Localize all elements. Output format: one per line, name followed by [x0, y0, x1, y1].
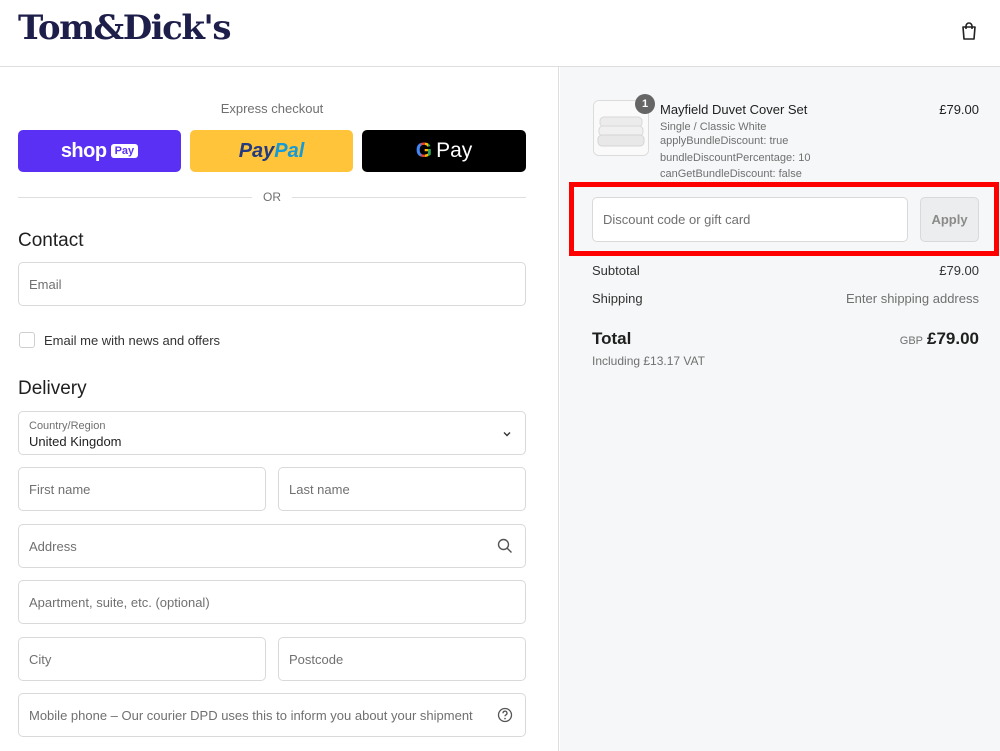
discount-code-field[interactable] — [592, 197, 908, 242]
city-input[interactable] — [19, 638, 265, 680]
postcode-field[interactable] — [278, 637, 526, 681]
brand-logo[interactable]: Tom&Dick's — [18, 8, 231, 48]
postcode-input[interactable] — [279, 638, 525, 680]
total-label: Total — [592, 329, 632, 348]
or-divider: OR — [18, 189, 526, 205]
subtotal-label: Subtotal — [592, 263, 640, 278]
product-meta-line: canGetBundleDiscount: false — [660, 168, 802, 180]
shipping-value: Enter shipping address — [846, 291, 979, 306]
google-pay-wordmark: Pay — [436, 139, 473, 162]
google-g-icon: G — [415, 139, 433, 162]
paypal-word-part2: Pal — [274, 139, 305, 162]
product-name: Mayfield Duvet Cover Set — [660, 102, 808, 117]
apply-discount-button[interactable]: Apply — [920, 197, 979, 242]
discount-code-input[interactable] — [593, 198, 907, 241]
newsletter-checkbox[interactable] — [19, 332, 35, 348]
total-value: £79.00 — [927, 329, 979, 348]
phone-field[interactable] — [18, 693, 526, 737]
paypal-word-part1: Pay — [238, 139, 275, 162]
product-meta-line: bundleDiscountPercentage: 10 — [660, 152, 811, 164]
express-checkout-label: Express checkout — [220, 101, 324, 116]
header: Tom&Dick's — [0, 0, 1000, 67]
checkout-form: Express checkout shop Pay PayPal G Pay O… — [0, 67, 559, 751]
shopping-bag-icon[interactable] — [958, 20, 980, 42]
newsletter-label[interactable]: Email me with news and offers — [44, 333, 220, 348]
subtotal-value: £79.00 — [939, 263, 979, 278]
shop-pay-badge: Pay — [110, 144, 139, 158]
last-name-field[interactable] — [278, 467, 526, 511]
vat-text: Including £13.17 VAT — [592, 354, 705, 368]
product-price: £79.00 — [939, 102, 979, 117]
google-pay-button[interactable]: G Pay — [362, 130, 526, 172]
quantity-badge: 1 — [635, 94, 655, 114]
apartment-field[interactable] — [18, 580, 526, 624]
help-icon[interactable] — [497, 707, 513, 723]
chevron-down-icon — [503, 432, 511, 437]
last-name-input[interactable] — [279, 468, 525, 510]
shop-pay-wordmark: shop — [60, 139, 107, 162]
contact-heading: Contact — [18, 230, 84, 251]
phone-input[interactable] — [19, 694, 525, 736]
apartment-input[interactable] — [19, 581, 525, 623]
delivery-heading: Delivery — [18, 378, 87, 399]
shipping-label: Shipping — [592, 291, 643, 306]
newsletter-checkbox-row[interactable]: Email me with news and offers — [19, 332, 220, 348]
paypal-button[interactable]: PayPal — [190, 130, 353, 172]
email-input[interactable] — [19, 263, 525, 305]
address-input[interactable] — [19, 525, 525, 567]
country-label: Country/Region — [29, 420, 106, 432]
first-name-field[interactable] — [18, 467, 266, 511]
country-select[interactable]: Country/Region United Kingdom — [18, 411, 526, 455]
search-icon — [497, 538, 512, 553]
product-variant: Single / Classic White — [660, 121, 767, 133]
shop-pay-button[interactable]: shop Pay — [18, 130, 181, 172]
city-field[interactable] — [18, 637, 266, 681]
paypal-wordmark: PayPal — [239, 140, 305, 163]
email-field[interactable] — [18, 262, 526, 306]
or-text: OR — [263, 190, 281, 204]
address-field[interactable] — [18, 524, 526, 568]
product-meta-line: applyBundleDiscount: true — [660, 135, 789, 147]
total-currency: GBP — [899, 335, 923, 347]
order-summary: 1 Mayfield Duvet Cover Set Single / Clas… — [560, 67, 1000, 751]
first-name-input[interactable] — [19, 468, 265, 510]
country-value: United Kingdom — [29, 434, 122, 449]
